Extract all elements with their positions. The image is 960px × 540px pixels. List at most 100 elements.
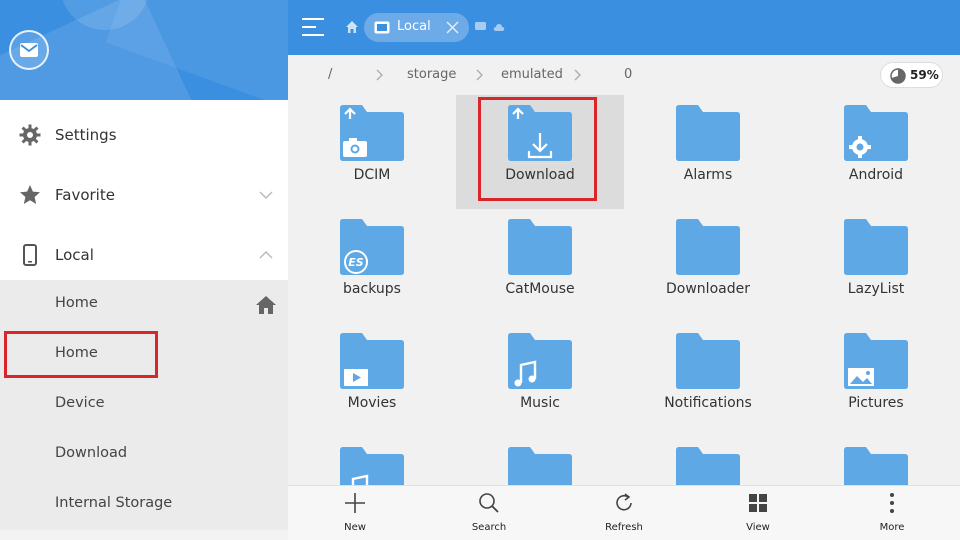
local-submenu: Home Home Device Download Internal Stora… [0, 280, 288, 530]
folder-icon [844, 447, 908, 485]
more-vert-icon [890, 493, 894, 513]
tablet-icon [374, 21, 390, 34]
sub-item-label: Internal Storage [55, 495, 173, 511]
folder-item[interactable] [624, 437, 792, 485]
folder-icon [508, 219, 572, 275]
local-sub-item-internal-storage[interactable]: Internal Storage [0, 480, 288, 530]
tab-label: Local [397, 19, 431, 34]
folder-item[interactable]: Movies [288, 323, 456, 437]
folder-icon [340, 105, 404, 161]
folder-item[interactable]: Alarms [624, 95, 792, 209]
gear-icon [19, 124, 41, 146]
toolbar-label: Search [471, 522, 507, 533]
folder-item[interactable]: CatMouse [456, 209, 624, 323]
drawer-item-local[interactable]: Local [0, 225, 288, 285]
toolbar-label: View [746, 522, 770, 533]
chevron-right-icon [574, 69, 581, 81]
crumb-0[interactable]: 0 [624, 67, 632, 82]
folder-icon [340, 333, 404, 389]
folder-name: DCIM [353, 167, 391, 183]
highlight-box [478, 97, 597, 201]
folder-item[interactable]: LazyList [792, 209, 960, 323]
folder-item[interactable]: Downloader [624, 209, 792, 323]
file-manager-app: Settings Favorite Local Home Home Device… [0, 0, 960, 540]
search-icon [479, 493, 499, 513]
folder-item[interactable]: Music [456, 323, 624, 437]
folder-name: CatMouse [505, 281, 575, 297]
drawer-footer [0, 530, 288, 540]
crumb-root[interactable]: / [328, 67, 332, 82]
view-button[interactable]: View [718, 486, 798, 540]
pie-chart-icon [890, 68, 906, 84]
folder-item[interactable]: Android [792, 95, 960, 209]
image-icon [848, 368, 874, 386]
crumb-storage[interactable]: storage [407, 67, 456, 82]
folder-icon [508, 447, 572, 485]
path-bar: / storage emulated 0 59% [288, 55, 960, 95]
tab-local[interactable]: Local [364, 13, 469, 42]
toolbar-label: More [879, 522, 905, 533]
home-icon[interactable] [255, 295, 277, 315]
svg-text:ES: ES [348, 256, 364, 269]
chevron-down-icon[interactable] [258, 187, 274, 203]
drawer-item-label: Favorite [55, 186, 115, 204]
drawer-item-settings[interactable]: Settings [0, 105, 288, 165]
folder-name: Music [520, 395, 560, 411]
folder-item[interactable]: Pictures [792, 323, 960, 437]
top-bar: Local [288, 0, 960, 55]
folder-name: Android [848, 167, 904, 183]
home-icon[interactable] [345, 20, 359, 34]
bottom-toolbar: New Search Refresh View More [288, 485, 960, 540]
more-button[interactable]: More [852, 486, 932, 540]
close-icon[interactable] [446, 21, 459, 34]
folder-icon [508, 333, 572, 389]
folder-name: Pictures [848, 395, 904, 411]
local-sub-item-device[interactable]: Device [0, 380, 288, 430]
toolbar-label: Refresh [605, 522, 643, 533]
storage-percent: 59% [910, 68, 939, 82]
grid-view-icon [749, 494, 767, 512]
menu-button[interactable] [302, 16, 328, 38]
search-button[interactable]: Search [449, 486, 529, 540]
folder-item[interactable] [288, 437, 456, 485]
folder-name: Alarms [683, 167, 733, 183]
folder-item[interactable]: Notifications [624, 323, 792, 437]
navigation-drawer: Settings Favorite Local Home Home Device… [0, 0, 288, 540]
folder-icon [844, 333, 908, 389]
local-sub-item-home[interactable]: Home [0, 280, 288, 330]
drawer-item-label: Settings [55, 126, 117, 144]
highlight-box [4, 331, 158, 378]
chevron-up-icon[interactable] [258, 247, 274, 263]
folder-item[interactable] [456, 437, 624, 485]
folder-icon [844, 219, 908, 275]
new-button[interactable]: New [315, 486, 395, 540]
refresh-button[interactable]: Refresh [584, 486, 664, 540]
folder-icon [676, 447, 740, 485]
folder-name: backups [343, 281, 401, 297]
mail-button[interactable] [9, 30, 49, 70]
plus-icon [345, 493, 365, 513]
cloud-icon[interactable] [493, 22, 505, 32]
folder-icon [844, 105, 908, 161]
drawer-item-favorite[interactable]: Favorite [0, 165, 288, 225]
storage-usage-badge[interactable]: 59% [880, 62, 943, 88]
folder-icon [340, 447, 404, 485]
sub-item-label: Device [55, 395, 105, 411]
drawer-header [0, 0, 288, 100]
folder-item[interactable]: ES backups [288, 209, 456, 323]
folder-item[interactable]: DCIM [288, 95, 456, 209]
sub-item-label: Home [55, 295, 98, 311]
phone-icon [23, 244, 37, 266]
mail-icon [20, 43, 38, 57]
local-sub-item-download[interactable]: Download [0, 430, 288, 480]
chevron-right-icon [476, 69, 483, 81]
folder-item[interactable] [792, 437, 960, 485]
sub-item-label: Download [55, 445, 128, 461]
chat-icon[interactable] [475, 22, 486, 32]
folder-icon [676, 219, 740, 275]
folder-icon [676, 333, 740, 389]
folder-icon: ES [340, 219, 404, 275]
star-icon [20, 185, 40, 204]
folder-name: LazyList [847, 281, 905, 297]
crumb-emulated[interactable]: emulated [501, 67, 563, 82]
